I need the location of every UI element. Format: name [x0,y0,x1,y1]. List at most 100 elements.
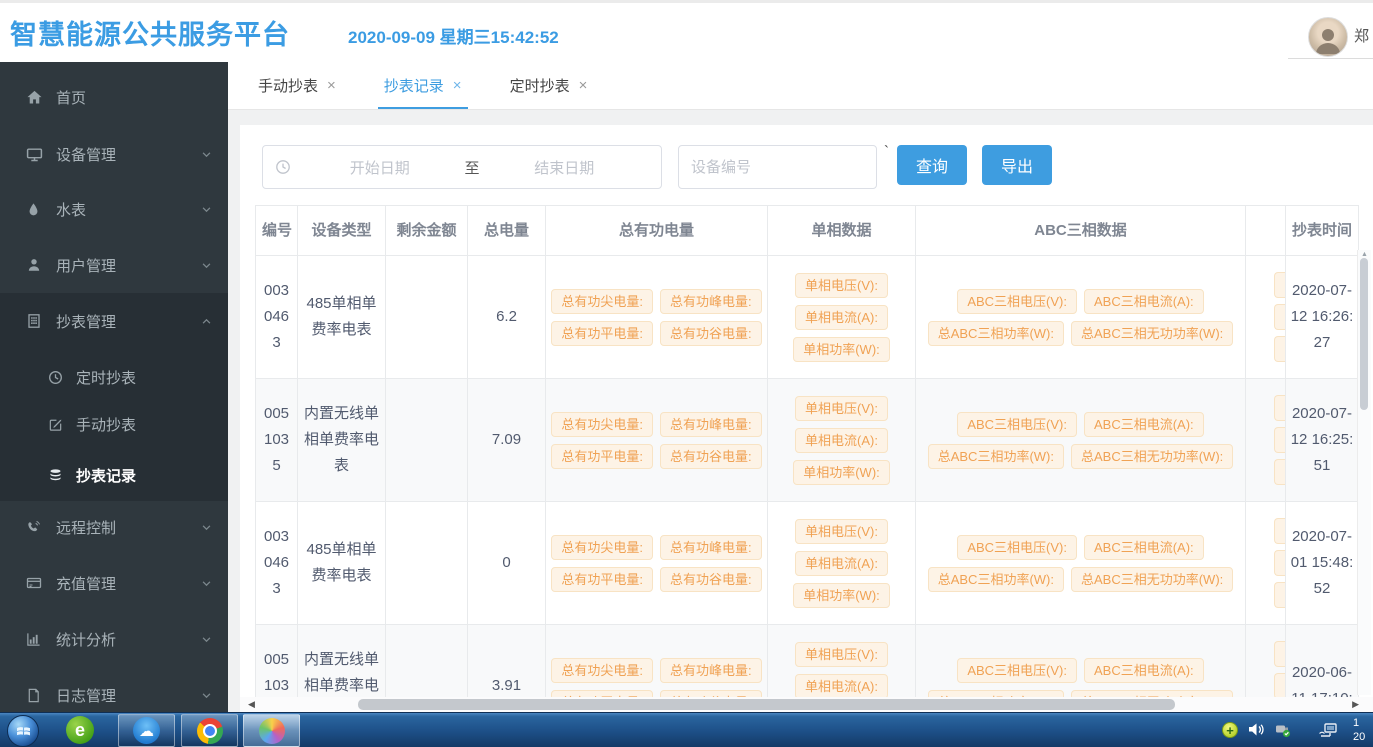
chevron-down-icon [201,522,212,533]
sidebar-item-reading-records[interactable]: 抄表记录 [0,455,228,495]
speaker-icon[interactable] [1248,722,1265,737]
data-tag: 总ABC三相无功功率(W): [1071,567,1233,592]
data-tag: 总有功峰电量: [660,412,762,437]
data-tag: ABC三相电流(A): [1084,412,1204,437]
clock-date: 20 [1353,730,1373,744]
content-area: 开始日期 至 结束日期 ` 查询 导出 编号设备类型剩余金额总电量总有功电量单相… [228,110,1373,712]
360-safety-tray-icon[interactable]: + [1222,722,1238,738]
data-tag: 总有功尖电量: [551,658,653,683]
sidebar-item-home[interactable]: 首页 [0,77,228,117]
sidebar-item-device-management[interactable]: 设备管理 [0,134,228,174]
chevron-down-icon [201,260,212,271]
cell-balance [386,379,468,501]
cell-single-phase-tags: 单相电压(V):单相电流(A):单相功率(W): [768,379,916,501]
scroll-right-arrow-icon[interactable]: ▶ [1352,699,1359,710]
sidebar-item-recharge-management[interactable]: 充值管理 [0,563,228,603]
date-range-input[interactable]: 开始日期 至 结束日期 [262,145,662,189]
sidebar-item-water-meter[interactable]: 水表 [0,189,228,229]
clipped-tag-fragment [1274,582,1285,608]
taskbar-clock[interactable]: 1 20 [1353,716,1373,744]
column-header-剩余金额: 剩余金额 [386,206,468,256]
cell-clipped-tags [1246,625,1286,698]
vertical-scrollbar-thumb[interactable] [1360,258,1368,410]
clipped-tag-fragment [1274,550,1285,576]
data-tag: 单相电流(A): [795,428,888,453]
tab-close-icon[interactable]: × [453,77,462,94]
sidebar-item-log-management[interactable]: 日志管理 [0,675,228,715]
data-tag: 总有功谷电量: [660,444,762,469]
start-date-placeholder[interactable]: 开始日期 [295,157,465,178]
export-button[interactable]: 导出 [982,145,1052,185]
data-tag: 单相电压(V): [795,519,888,544]
tab-scheduled-reading[interactable]: 定时抄表 × [510,62,588,109]
tab-label: 抄表记录 [384,75,444,96]
cell-three-phase-tags: ABC三相电压(V):ABC三相电流(A):总ABC三相功率(W):总ABC三相… [916,625,1246,698]
network-icon[interactable] [1318,722,1338,738]
data-tag: 单相电压(V): [795,396,888,421]
user-name[interactable]: 郑 [1354,25,1369,46]
cell-device-no: 0051033 [256,625,298,698]
cell-clipped-tags [1246,502,1286,624]
meter-icon [26,313,46,329]
data-tag: 总有功谷电量: [660,321,762,346]
database-icon [48,468,68,483]
cell-single-phase-tags: 单相电压(V):单相电流(A):单相功率(W): [768,502,916,624]
sidebar-item-statistics[interactable]: 统计分析 [0,619,228,659]
user-avatar[interactable] [1308,17,1348,57]
photo-app-taskbar-button[interactable] [243,714,300,747]
card-icon [26,575,46,591]
horizontal-scrollbar[interactable]: ◀ ▶ [240,697,1373,712]
end-date-placeholder[interactable]: 结束日期 [480,157,650,178]
data-tag: 单相电流(A): [795,305,888,330]
clipped-tag-fragment [1274,336,1285,362]
scroll-up-arrow-icon[interactable]: ▲ [1358,251,1371,258]
tab-close-icon[interactable]: × [327,77,336,94]
usb-safely-remove-icon[interactable] [1274,722,1292,738]
chevron-down-icon [201,204,212,215]
cell-active-energy-tags: 总有功尖电量:总有功峰电量:总有功平电量:总有功谷电量: [546,625,768,698]
chevron-down-icon [201,149,212,160]
app-title: 智慧能源公共服务平台 [10,13,290,52]
data-tag: 单相电压(V): [795,642,888,667]
data-tag: 单相功率(W): [793,583,890,608]
content-panel: 开始日期 至 结束日期 ` 查询 导出 编号设备类型剩余金额总电量总有功电量单相… [240,125,1373,712]
sidebar-item-scheduled-reading[interactable]: 定时抄表 [0,357,228,397]
vertical-scrollbar[interactable]: ▲ [1357,250,1371,695]
tab-manual-reading[interactable]: 手动抄表 × [258,62,336,109]
cell-balance [386,502,468,624]
tab-close-icon[interactable]: × [579,77,588,94]
360-browser-taskbar-icon[interactable]: e [66,716,94,744]
sidebar-item-meter-reading-management[interactable]: 抄表管理 [0,301,228,341]
cell-read-time: 2020-07-01 15:48:52 [1286,502,1358,624]
cell-total-energy: 7.09 [468,379,546,501]
sidebar-item-label: 日志管理 [56,685,116,706]
data-tag: 总有功平电量: [551,321,653,346]
column-header-总电量: 总电量 [468,206,546,256]
tab-reading-records[interactable]: 抄表记录 × [384,62,462,109]
cell-single-phase-tags: 单相电压(V):单相电流(A):单相功率(W): [768,625,916,698]
sidebar-item-label: 充值管理 [56,573,116,594]
chrome-taskbar-button[interactable] [181,714,238,747]
horizontal-scrollbar-thumb[interactable] [358,699,1175,710]
clipped-tag-fragment [1274,459,1285,485]
photo-app-icon [259,718,285,744]
cell-device-type: 485单相单费率电表 [298,502,386,624]
query-button[interactable]: 查询 [897,145,967,185]
data-tag: ABC三相电压(V): [957,535,1077,560]
device-number-input[interactable] [678,145,877,189]
scroll-left-arrow-icon[interactable]: ◀ [248,699,255,710]
sidebar-item-label: 首页 [56,87,86,108]
sidebar: 首页 设备管理 水表 用户管理 抄表管理 定时抄表 手动抄表 抄表记录 [0,62,228,712]
start-button[interactable] [7,715,39,747]
clipped-tag-fragment [1274,304,1285,330]
column-header-empty-7 [1246,206,1286,256]
clock-icon [275,159,291,175]
data-tag: 单相电流(A): [795,674,888,699]
qq-browser-taskbar-button[interactable]: ☁ [118,714,175,747]
sidebar-item-user-management[interactable]: 用户管理 [0,245,228,285]
sidebar-item-remote-control[interactable]: 远程控制 [0,507,228,547]
table-header-row: 编号设备类型剩余金额总电量总有功电量单相数据ABC三相数据抄表时间 [256,206,1358,256]
cell-read-time: 2020-06-11 17:10: [1286,625,1358,698]
qq-browser-icon: ☁ [133,717,160,744]
sidebar-item-manual-reading[interactable]: 手动抄表 [0,404,228,444]
